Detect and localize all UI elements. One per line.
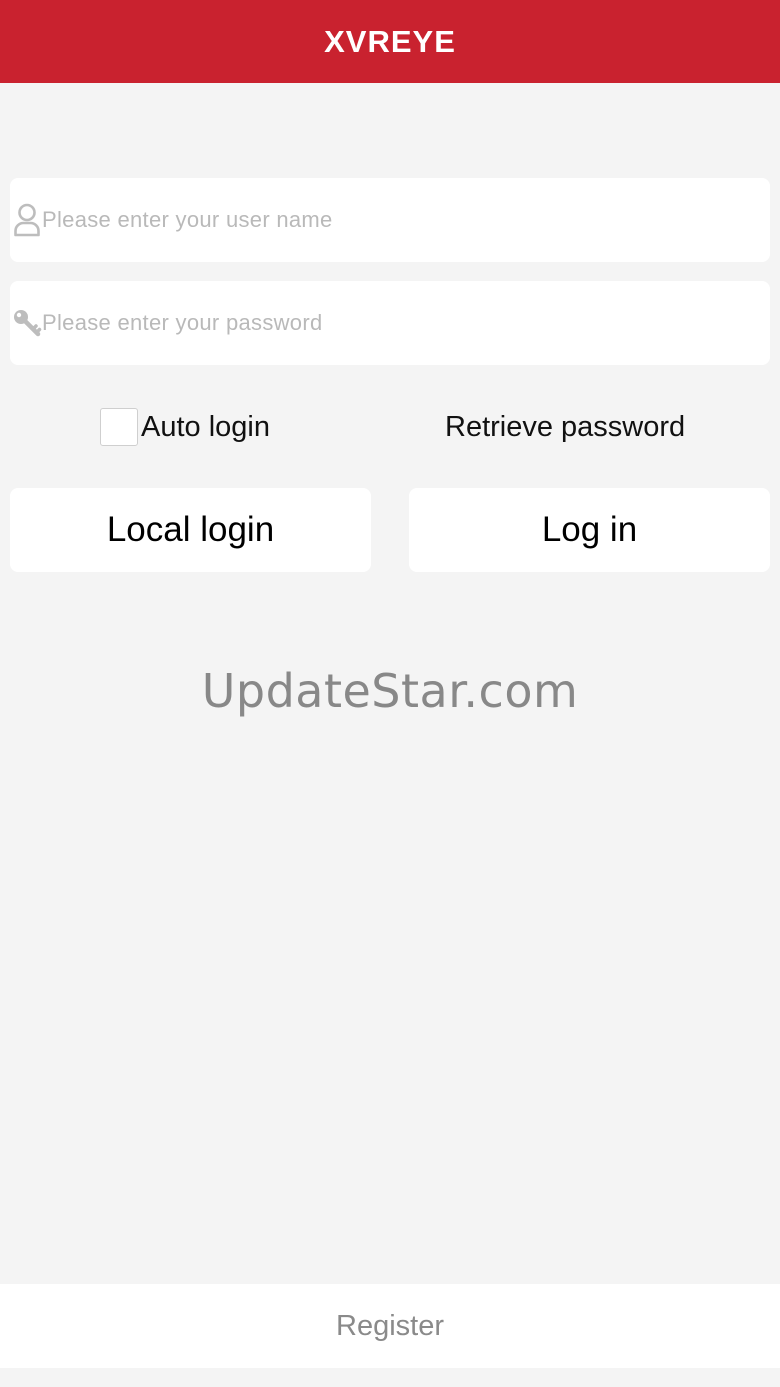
auto-login-label: Auto login [141, 410, 270, 443]
app-title: XVREYE [324, 23, 456, 59]
login-button[interactable]: Log in [409, 488, 770, 572]
auto-login-checkbox[interactable] [100, 408, 138, 446]
register-button[interactable]: Register [0, 1284, 780, 1368]
auto-login-toggle[interactable]: Auto login [100, 406, 270, 448]
watermark: UpdateStar.com [201, 664, 579, 718]
local-login-button[interactable]: Local login [10, 488, 371, 572]
retrieve-password-link[interactable]: Retrieve password [445, 406, 685, 448]
username-field[interactable] [10, 178, 770, 262]
app-header: XVREYE [0, 0, 780, 83]
user-icon [12, 200, 42, 240]
password-field[interactable] [10, 281, 770, 365]
key-icon [12, 303, 42, 343]
password-input[interactable] [42, 310, 742, 336]
username-input[interactable] [42, 207, 742, 233]
